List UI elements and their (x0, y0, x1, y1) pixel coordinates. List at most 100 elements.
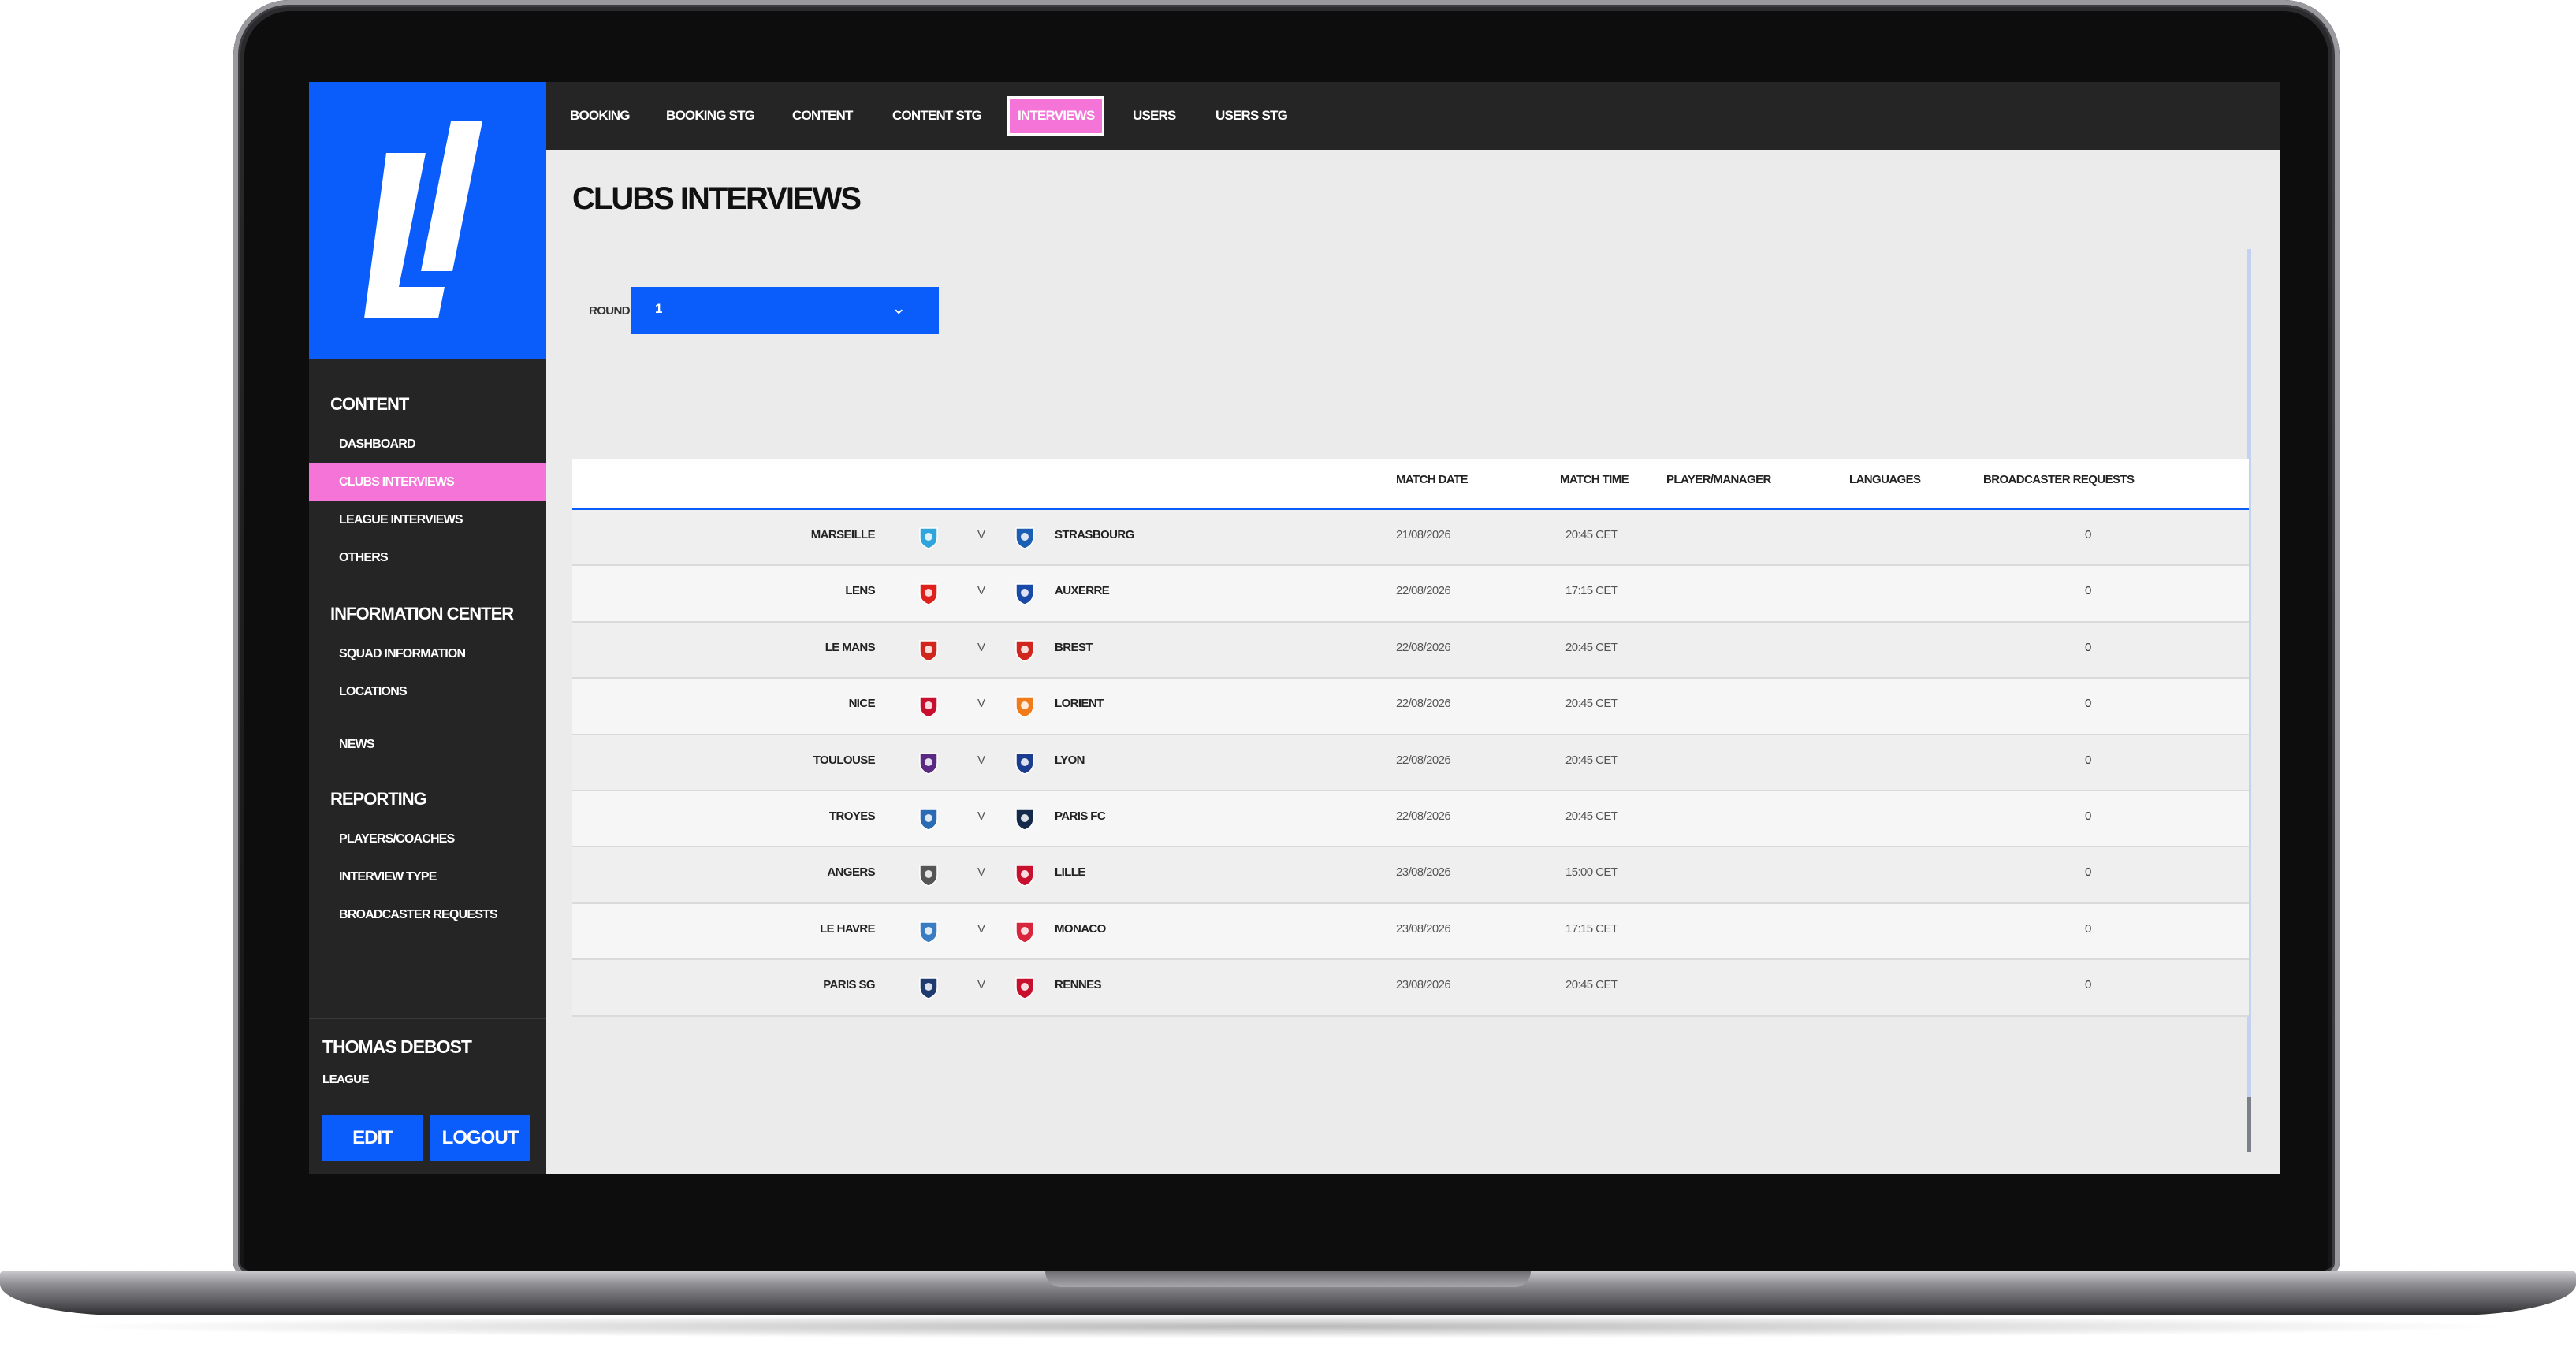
club-crest-icon (1015, 921, 1034, 943)
user-panel: THOMAS DEBOST LEAGUE EDIT LOGOUT (309, 1018, 546, 1174)
club-crest-icon (919, 640, 938, 662)
user-role: LEAGUE (322, 1073, 370, 1086)
sidebar-item-interview-type[interactable]: INTERVIEW TYPE (309, 858, 546, 896)
club-crest-icon (1015, 696, 1034, 718)
club-crest-icon (1015, 865, 1034, 887)
match-date: 23/08/2026 (1396, 921, 1451, 936)
home-team: ANGERS (827, 865, 875, 880)
club-crest-icon (1015, 583, 1034, 606)
chevron-down-icon: ⌄ (892, 298, 906, 318)
versus-label: V (977, 921, 985, 936)
header-player-manager: PLAYER/MANAGER (1666, 473, 1771, 486)
match-date: 23/08/2026 (1396, 865, 1451, 880)
tab-users-stg[interactable]: USERS STG (1208, 96, 1295, 136)
logo-mark-icon (364, 121, 482, 318)
sidebar-section-reporting: REPORTING (330, 789, 427, 809)
round-select[interactable]: 1 ⌄ (631, 287, 939, 334)
app-screen: CONTENT DASHBOARD CLUBS INTERVIEWS LEAGU… (309, 82, 2280, 1174)
sidebar-item-locations[interactable]: LOCATIONS (309, 673, 546, 711)
sidebar-item-others[interactable]: OTHERS (309, 539, 546, 577)
sidebar-item-dashboard[interactable]: DASHBOARD (309, 426, 546, 463)
sidebar-item-news[interactable]: NEWS (309, 726, 546, 764)
sidebar-section-content: CONTENT (330, 394, 409, 414)
sidebar-item-league-interviews[interactable]: LEAGUE INTERVIEWS (309, 501, 546, 539)
match-time: 17:15 CET (1565, 584, 1618, 598)
table-row[interactable]: TOULOUSE V LYON 22/08/2026 20:45 CET 0 (572, 735, 2249, 791)
table-row[interactable]: MARSEILLE V STRASBOURG 21/08/2026 20:45 CET 0 (572, 510, 2249, 567)
broadcaster-requests-count: 0 (2085, 753, 2091, 767)
club-crest-icon (919, 696, 938, 718)
brand-logo[interactable] (309, 82, 546, 359)
broadcaster-requests-count: 0 (2085, 809, 2091, 823)
table-row[interactable]: TROYES V PARIS FC 22/08/2026 20:45 CET 0 (572, 791, 2249, 848)
broadcaster-requests-count: 0 (2085, 865, 2091, 880)
table-row[interactable]: PARIS SG V RENNES 23/08/2026 20:45 CET 0 (572, 960, 2249, 1017)
table-body: MARSEILLE V STRASBOURG 21/08/2026 20:45 CET 0… (572, 510, 2249, 1017)
home-team: TROYES (828, 809, 876, 823)
laptop-notch (1045, 1271, 1531, 1287)
away-team: PARIS FC (1055, 809, 1106, 823)
club-crest-icon (919, 583, 938, 606)
match-date: 23/08/2026 (1396, 978, 1451, 992)
scrollbar-thumb[interactable] (2247, 1097, 2251, 1152)
header-match-date: MATCH DATE (1396, 473, 1469, 486)
sidebar-item-players-coaches[interactable]: PLAYERS/COACHES (309, 820, 546, 858)
table-row[interactable]: ANGERS V LILLE 23/08/2026 15:00 CET 0 (572, 847, 2249, 904)
sidebar-item-squad-information[interactable]: SQUAD INFORMATION (309, 635, 546, 673)
home-team: LE HAVRE (820, 921, 876, 936)
sidebar-item-clubs-interviews[interactable]: CLUBS INTERVIEWS (309, 463, 546, 501)
match-date: 21/08/2026 (1396, 528, 1451, 541)
home-team: LENS (845, 584, 875, 598)
matches-table: MATCH DATE MATCH TIME PLAYER/MANAGER LAN… (572, 459, 2249, 1017)
versus-label: V (977, 584, 985, 598)
broadcaster-requests-count: 0 (2085, 528, 2091, 541)
sidebar: CONTENT DASHBOARD CLUBS INTERVIEWS LEAGU… (309, 82, 546, 1174)
tab-users[interactable]: USERS (1125, 96, 1184, 136)
club-crest-icon (919, 752, 938, 775)
away-team: STRASBOURG (1055, 528, 1134, 541)
versus-label: V (977, 640, 985, 654)
header-broadcaster-requests: BROADCASTER REQUESTS (1983, 473, 2135, 486)
broadcaster-requests-count: 0 (2085, 640, 2091, 654)
club-crest-icon (919, 809, 938, 831)
table-row[interactable]: LENS V AUXERRE 22/08/2026 17:15 CET 0 (572, 566, 2249, 623)
versus-label: V (977, 809, 985, 823)
match-time: 17:15 CET (1565, 921, 1618, 936)
tab-booking-stg[interactable]: BOOKING STG (658, 96, 762, 136)
round-label: ROUND (589, 304, 631, 318)
versus-label: V (977, 528, 985, 541)
match-time: 20:45 CET (1565, 809, 1618, 823)
table-row[interactable]: LE MANS V BREST 22/08/2026 20:45 CET 0 (572, 622, 2249, 679)
tab-interviews[interactable]: INTERVIEWS (1007, 96, 1105, 136)
tab-content-stg[interactable]: CONTENT STG (884, 96, 989, 136)
match-date: 22/08/2026 (1396, 584, 1451, 598)
tab-content[interactable]: CONTENT (784, 96, 861, 136)
sidebar-section-information-center: INFORMATION CENTER (330, 604, 514, 623)
match-date: 22/08/2026 (1396, 753, 1451, 767)
club-crest-icon (919, 527, 938, 549)
logout-button[interactable]: LOGOUT (430, 1115, 530, 1161)
match-time: 20:45 CET (1565, 753, 1618, 767)
match-date: 22/08/2026 (1396, 809, 1451, 823)
away-team: LILLE (1055, 865, 1085, 880)
match-time: 15:00 CET (1565, 865, 1618, 880)
home-team: MARSEILLE (810, 528, 876, 541)
table-row[interactable]: LE HAVRE V MONACO 23/08/2026 17:15 CET 0 (572, 903, 2249, 961)
away-team: LORIENT (1055, 697, 1104, 711)
club-crest-icon (919, 977, 938, 999)
away-team: LYON (1055, 753, 1085, 767)
sidebar-item-broadcaster-requests[interactable]: BROADCASTER REQUESTS (309, 896, 546, 934)
main-content: CLUBS INTERVIEWS ROUND 1 ⌄ MATCH DATE MA… (546, 150, 2280, 1174)
match-time: 20:45 CET (1565, 640, 1618, 654)
club-crest-icon (919, 921, 938, 943)
match-date: 22/08/2026 (1396, 640, 1451, 654)
edit-button[interactable]: EDIT (322, 1115, 423, 1161)
versus-label: V (977, 697, 985, 711)
home-team: TOULOUSE (813, 753, 876, 767)
club-crest-icon (1015, 527, 1034, 549)
club-crest-icon (1015, 752, 1034, 775)
table-row[interactable]: NICE V LORIENT 22/08/2026 20:45 CET 0 (572, 679, 2249, 735)
tab-booking[interactable]: BOOKING (562, 96, 638, 136)
broadcaster-requests-count: 0 (2085, 921, 2091, 936)
header-match-time: MATCH TIME (1560, 473, 1629, 486)
